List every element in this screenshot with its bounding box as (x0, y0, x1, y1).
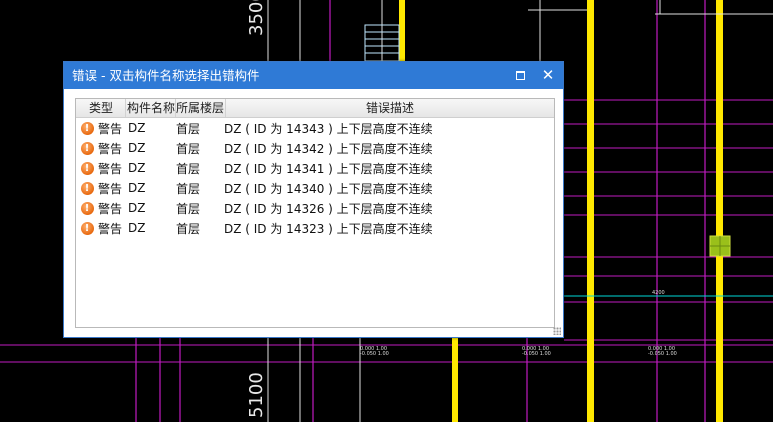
maximize-icon (515, 71, 525, 80)
warning-icon: ! (80, 161, 94, 175)
table-row[interactable]: ! 警告 DZ 首层 DZ ( ID 为 14326 ) 上下层高度不连续 (76, 198, 554, 218)
warning-icon: ! (80, 221, 94, 235)
maximize-button[interactable] (507, 62, 533, 89)
table-row[interactable]: ! 警告 DZ 首层 DZ ( ID 为 14342 ) 上下层高度不连续 (76, 138, 554, 158)
row-description: DZ ( ID 为 14326 ) 上下层高度不连续 (224, 201, 433, 216)
row-floor: 首层 (176, 221, 201, 236)
error-list[interactable]: 类型 构件名称 所属楼层 错误描述 ! 警告 DZ 首层 DZ ( ID 为 1… (75, 98, 555, 328)
table-row[interactable]: ! 警告 DZ 首层 DZ ( ID 为 14341 ) 上下层高度不连续 (76, 158, 554, 178)
row-floor: 首层 (176, 141, 201, 156)
row-component-name[interactable]: DZ (128, 141, 176, 155)
warning-icon: ! (80, 181, 94, 195)
error-dialog: 错误 - 双击构件名称选择出错构件 ✕ 类型 构件名称 所属楼层 错误描述 ! … (63, 61, 564, 338)
row-component-name[interactable]: DZ (128, 221, 176, 235)
column-header-type[interactable]: 类型 (76, 99, 126, 117)
row-type: 警告 (98, 141, 123, 156)
warning-icon: ! (80, 141, 94, 155)
column-header-name[interactable]: 构件名称 (126, 99, 176, 117)
dialog-body: 类型 构件名称 所属楼层 错误描述 ! 警告 DZ 首层 DZ ( ID 为 1… (64, 89, 563, 337)
error-list-header: 类型 构件名称 所属楼层 错误描述 (76, 99, 554, 118)
table-row[interactable]: ! 警告 DZ 首层 DZ ( ID 为 14323 ) 上下层高度不连续 (76, 218, 554, 238)
svg-text:-0.050 1.00: -0.050 1.00 (522, 351, 551, 357)
row-type: 警告 (98, 161, 123, 176)
row-component-name[interactable]: DZ (128, 121, 176, 135)
row-description: DZ ( ID 为 14341 ) 上下层高度不连续 (224, 161, 433, 176)
svg-text:-0.050 1.00: -0.050 1.00 (360, 351, 389, 357)
row-type: 警告 (98, 201, 123, 216)
row-floor: 首层 (176, 161, 201, 176)
column-header-floor[interactable]: 所属楼层 (176, 99, 226, 117)
close-icon: ✕ (541, 66, 555, 84)
row-type: 警告 (98, 181, 123, 196)
row-description: DZ ( ID 为 14340 ) 上下层高度不连续 (224, 181, 433, 196)
row-description: DZ ( ID 为 14343 ) 上下层高度不连续 (224, 121, 433, 136)
column-header-description[interactable]: 错误描述 (226, 99, 554, 117)
cad-dim-bottom: 5100 (246, 372, 267, 418)
row-description: DZ ( ID 为 14323 ) 上下层高度不连续 (224, 221, 433, 236)
table-row[interactable]: ! 警告 DZ 首层 DZ ( ID 为 14340 ) 上下层高度不连续 (76, 178, 554, 198)
warning-icon: ! (80, 121, 94, 135)
row-component-name[interactable]: DZ (128, 181, 176, 195)
row-type: 警告 (98, 221, 123, 236)
dialog-titlebar[interactable]: 错误 - 双击构件名称选择出错构件 ✕ (64, 62, 563, 89)
row-floor: 首层 (176, 201, 201, 216)
row-floor: 首层 (176, 121, 201, 136)
svg-text:-0.050 1.00: -0.050 1.00 (648, 351, 677, 357)
row-component-name[interactable]: DZ (128, 161, 176, 175)
resize-grip-icon[interactable] (553, 327, 561, 335)
cad-dim-small: 4200 (652, 290, 665, 296)
dialog-title: 错误 - 双击构件名称选择出错构件 (72, 68, 260, 83)
row-description: DZ ( ID 为 14342 ) 上下层高度不连续 (224, 141, 433, 156)
cad-dim-top: 3500 (246, 0, 267, 36)
row-type: 警告 (98, 121, 123, 136)
row-component-name[interactable]: DZ (128, 201, 176, 215)
close-button[interactable]: ✕ (535, 62, 561, 89)
warning-icon: ! (80, 201, 94, 215)
row-floor: 首层 (176, 181, 201, 196)
table-row[interactable]: ! 警告 DZ 首层 DZ ( ID 为 14343 ) 上下层高度不连续 (76, 118, 554, 138)
